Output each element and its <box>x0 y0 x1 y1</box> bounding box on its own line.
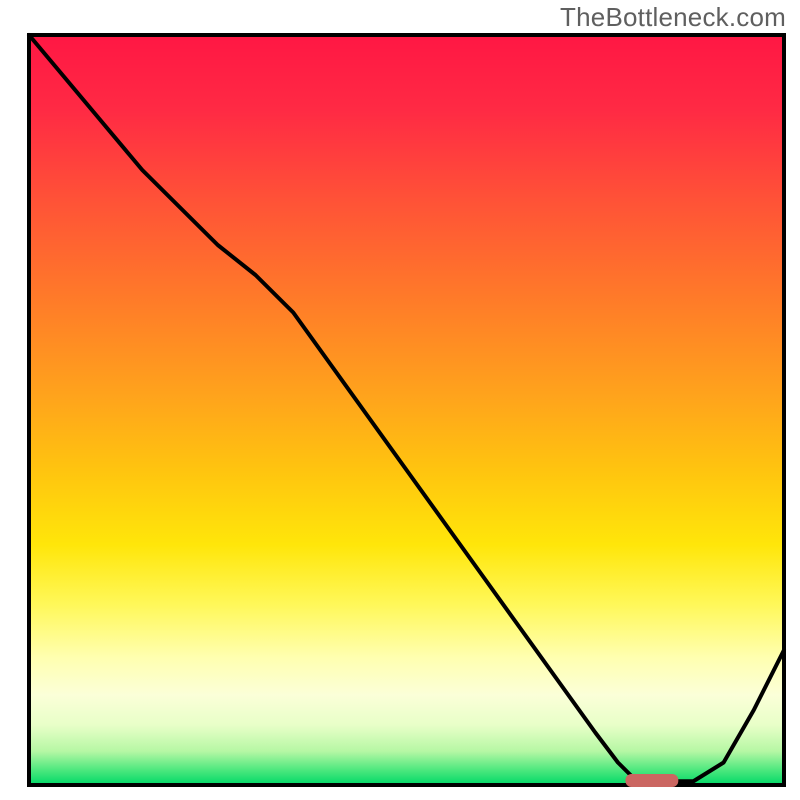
bottleneck-chart <box>0 0 800 800</box>
optimal-marker <box>625 774 678 787</box>
watermark-text: TheBottleneck.com <box>560 2 786 33</box>
plot-background <box>29 35 784 785</box>
chart-container: TheBottleneck.com <box>0 0 800 800</box>
